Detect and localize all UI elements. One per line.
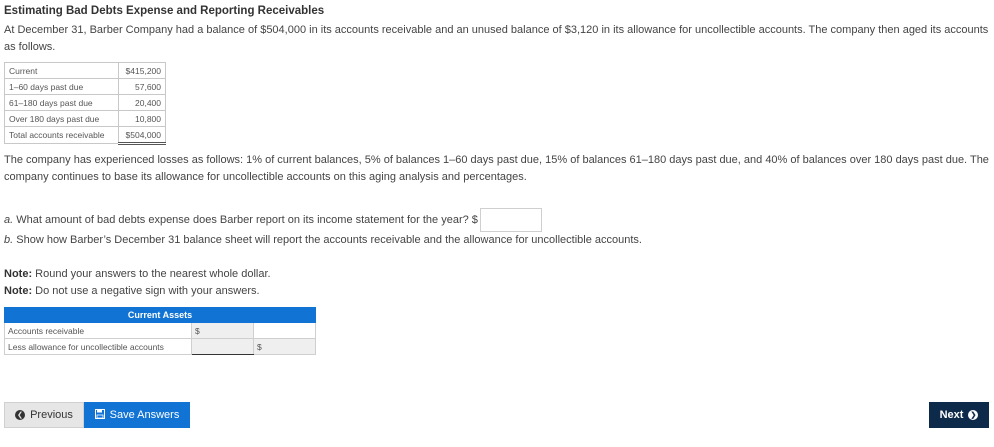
loss-rates-paragraph: The company has experienced losses as fo… [4,154,989,183]
allowance-label: Less allowance for uncollectible account… [4,338,192,355]
aging-label: Over 180 days past due [4,110,119,127]
aging-label: 61–180 days past due [4,94,119,111]
table-row: 1–60 days past due 57,600 [4,78,166,95]
aging-value: 10,800 [118,110,166,127]
aging-value: 57,600 [118,78,166,95]
question-b-letter: b. [4,234,14,246]
table-row: Current $415,200 [4,62,166,79]
table-row: Accounts receivable $ [4,322,316,339]
question-b-text: Show how Barber’s December 31 balance sh… [16,234,642,246]
table-row: Over 180 days past due 10,800 [4,110,166,127]
question-a: a. What amount of bad debts expense does… [4,208,542,232]
table-row: 61–180 days past due 20,400 [4,94,166,111]
question-b: b. Show how Barber’s December 31 balance… [4,234,642,246]
aging-value: $415,200 [118,62,166,79]
note-negative-sign: Note: Do not use a negative sign with yo… [4,285,260,297]
note-text: Round your answers to the nearest whole … [35,268,271,280]
question-a-letter: a. [4,213,14,226]
accounts-receivable-input[interactable]: $ [191,322,254,339]
intro-text: At December 31, Barber Company had a bal… [4,24,989,53]
bad-debts-expense-input[interactable] [479,208,542,232]
table-row: Total accounts receivable $504,000 [4,126,166,145]
save-answers-label: Save Answers [109,409,180,421]
note-label: Note: [4,285,33,297]
previous-label: Previous [30,409,73,421]
current-assets-table: Current Assets Accounts receivable $ Les… [4,307,316,355]
chevron-right-circle-icon: ❯ [968,410,979,420]
chevron-left-circle-icon: ❮ [15,410,26,420]
table-header-row: Current Assets [4,307,316,323]
note-rounding: Note: Round your answers to the nearest … [4,268,271,280]
previous-button[interactable]: ❮ Previous [4,402,84,428]
next-button[interactable]: Next ❯ [929,402,989,428]
question-a-text: What amount of bad debts expense does Ba… [16,213,478,226]
aging-label: Current [4,62,119,79]
floppy-disk-icon [94,408,105,422]
aging-table: Current $415,200 1–60 days past due 57,6… [4,62,166,145]
note-label: Note: [4,268,33,280]
accounts-receivable-label: Accounts receivable [4,322,192,339]
table-row: Less allowance for uncollectible account… [4,338,316,355]
aging-total-value: $504,000 [118,126,166,145]
allowance-input[interactable] [191,338,254,355]
aging-total-label: Total accounts receivable [4,126,119,144]
current-assets-header: Current Assets [4,307,316,323]
aging-label: 1–60 days past due [4,78,119,95]
aging-value: 20,400 [118,94,166,111]
save-answers-button[interactable]: Save Answers [84,402,190,428]
problem-title: Estimating Bad Debts Expense and Reporti… [4,5,325,17]
next-label: Next [939,409,964,421]
net-receivables-input[interactable]: $ [253,338,316,355]
note-text: Do not use a negative sign with your ans… [35,285,260,297]
accounts-receivable-total-cell [253,322,316,339]
